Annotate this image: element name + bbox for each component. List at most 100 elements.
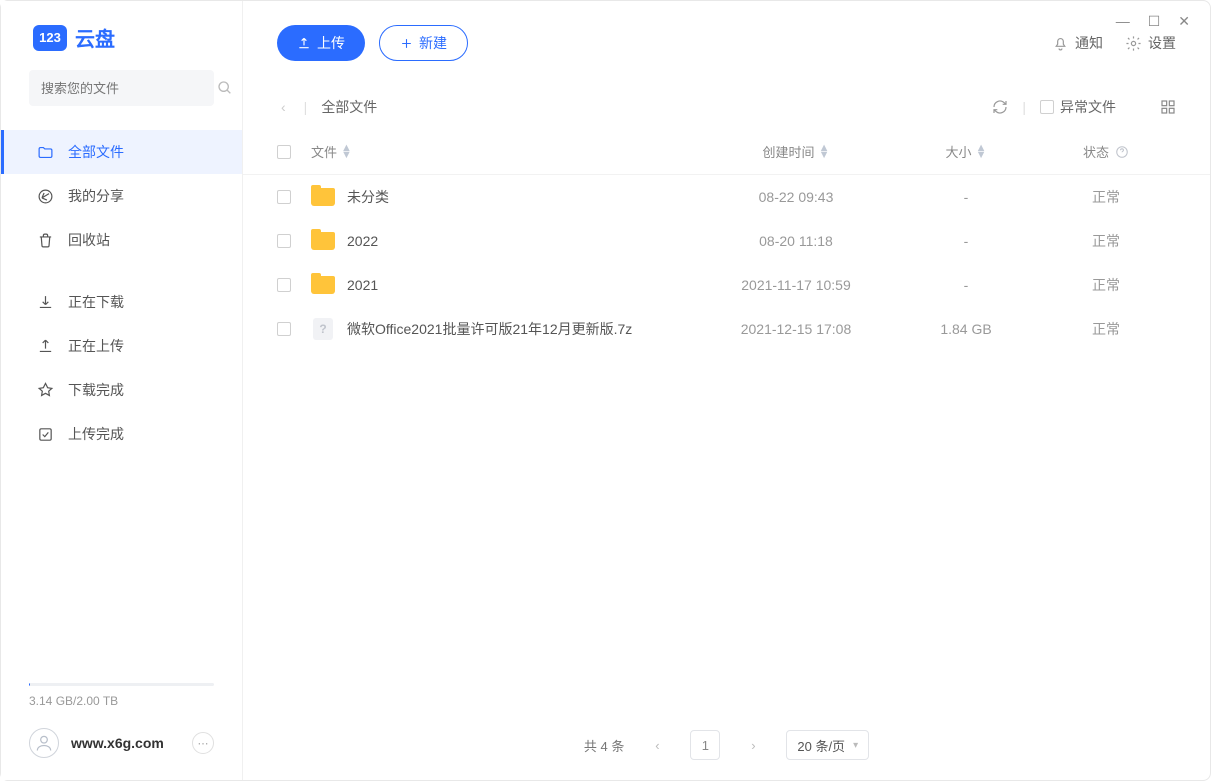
- file-size: -: [896, 277, 1036, 293]
- row-checkbox[interactable]: [277, 234, 291, 248]
- storage-bar: [29, 683, 214, 686]
- chevron-down-icon: ▾: [853, 740, 858, 751]
- table-row[interactable]: ? 微软Office2021批量许可版21年12月更新版.7z 2021-12-15…: [243, 307, 1210, 351]
- page-size-select[interactable]: 20 条/页 ▾: [786, 730, 869, 760]
- sort-icon: ▲▼: [819, 145, 830, 159]
- col-file-header[interactable]: 文件▲▼: [311, 142, 696, 161]
- separator: |: [1022, 99, 1026, 115]
- file-date: 08-20 11:18: [696, 233, 896, 249]
- separator: |: [304, 99, 308, 115]
- file-status: 正常: [1036, 187, 1176, 207]
- notify-button[interactable]: 通知: [1052, 33, 1103, 53]
- user-name: www.x6g.com: [71, 735, 180, 751]
- checkbox[interactable]: [1040, 100, 1054, 114]
- toolbar: 上传 新建 通知 设置: [243, 1, 1210, 85]
- sidebar: 123 云盘 全部文件 我的分享 回收站 正在下载 正在上传: [1, 1, 243, 780]
- sort-icon: ▲▼: [976, 145, 987, 159]
- grid-view-button[interactable]: [1160, 99, 1176, 115]
- gear-icon: [1125, 35, 1142, 52]
- abnormal-filter[interactable]: 异常文件: [1040, 97, 1116, 117]
- sidebar-item-label: 我的分享: [68, 186, 124, 206]
- file-status: 正常: [1036, 275, 1176, 295]
- plus-icon: [400, 37, 413, 50]
- sidebar-item-label: 正在上传: [68, 336, 124, 356]
- upload-label: 上传: [317, 33, 345, 53]
- app-logo: 123 云盘: [1, 1, 242, 70]
- col-date-header[interactable]: 创建时间▲▼: [696, 142, 896, 161]
- file-size: 1.84 GB: [896, 321, 1036, 337]
- logo-badge: 123: [33, 25, 67, 51]
- upload-done-icon: [36, 426, 54, 443]
- trash-icon: [36, 232, 54, 249]
- sidebar-item-downloading[interactable]: 正在下载: [1, 280, 242, 324]
- pagination-total: 共 4 条: [584, 736, 624, 755]
- download-done-icon: [36, 382, 54, 399]
- more-menu-button[interactable]: ⋯: [192, 732, 214, 754]
- help-icon[interactable]: [1115, 145, 1129, 159]
- file-name: 2021: [347, 277, 378, 293]
- sidebar-nav: 全部文件 我的分享 回收站 正在下载 正在上传 下载完成 上传完成: [1, 124, 242, 665]
- abnormal-label: 异常文件: [1060, 97, 1116, 117]
- prev-page-button[interactable]: ‹: [642, 730, 672, 760]
- file-status: 正常: [1036, 319, 1176, 339]
- search-input[interactable]: [41, 81, 217, 96]
- breadcrumb-root[interactable]: 全部文件: [321, 97, 377, 117]
- sidebar-item-upload-done[interactable]: 上传完成: [1, 412, 242, 456]
- settings-button[interactable]: 设置: [1125, 33, 1176, 53]
- file-date: 2021-12-15 17:08: [696, 321, 896, 337]
- table-header: 文件▲▼ 创建时间▲▼ 大小▲▼ 状态: [243, 129, 1210, 175]
- file-size: -: [896, 189, 1036, 205]
- search-icon[interactable]: [217, 80, 233, 96]
- sidebar-item-share[interactable]: 我的分享: [1, 174, 242, 218]
- col-size-header[interactable]: 大小▲▼: [896, 142, 1036, 161]
- upload-icon: [297, 36, 311, 50]
- file-name: 未分类: [347, 187, 389, 207]
- new-button[interactable]: 新建: [379, 25, 468, 61]
- logo-text: 云盘: [75, 23, 115, 52]
- sidebar-item-trash[interactable]: 回收站: [1, 218, 242, 262]
- file-status: 正常: [1036, 231, 1176, 251]
- file-date: 08-22 09:43: [696, 189, 896, 205]
- sidebar-item-uploading[interactable]: 正在上传: [1, 324, 242, 368]
- row-checkbox[interactable]: [277, 322, 291, 336]
- sidebar-item-label: 下载完成: [68, 380, 124, 400]
- folder-icon: [311, 188, 335, 206]
- back-button[interactable]: ‹: [277, 99, 290, 115]
- breadcrumb-row: ‹ | 全部文件 | 异常文件: [243, 85, 1210, 129]
- select-all-checkbox[interactable]: [277, 145, 291, 159]
- download-icon: [36, 294, 54, 311]
- settings-label: 设置: [1148, 33, 1176, 53]
- sidebar-item-label: 回收站: [68, 230, 110, 250]
- table-row[interactable]: 未分类 08-22 09:43-正常: [243, 175, 1210, 219]
- next-page-button[interactable]: ›: [738, 730, 768, 760]
- file-icon: ?: [313, 318, 333, 340]
- row-checkbox[interactable]: [277, 190, 291, 204]
- col-status-header: 状态: [1036, 142, 1176, 161]
- file-date: 2021-11-17 10:59: [696, 277, 896, 293]
- sidebar-item-label: 正在下载: [68, 292, 124, 312]
- main: 上传 新建 通知 设置 ‹ | 全部文件 | 异常文件 文件▲▼ 创建时间▲▼: [243, 1, 1210, 780]
- notify-label: 通知: [1075, 33, 1103, 53]
- sidebar-item-all-files[interactable]: 全部文件: [1, 130, 242, 174]
- folder-icon: [311, 232, 335, 250]
- folder-icon: [311, 276, 335, 294]
- upload-icon: [36, 338, 54, 355]
- sidebar-item-label: 全部文件: [68, 142, 124, 162]
- upload-button[interactable]: 上传: [277, 25, 365, 61]
- table-row[interactable]: 202208-20 11:18-正常: [243, 219, 1210, 263]
- avatar[interactable]: [29, 728, 59, 758]
- file-name: 微软Office2021批量许可版21年12月更新版.7z: [347, 319, 632, 339]
- new-label: 新建: [419, 33, 447, 53]
- file-name: 2022: [347, 233, 378, 249]
- share-icon: [36, 188, 54, 205]
- refresh-button[interactable]: [992, 99, 1008, 115]
- search-box[interactable]: [29, 70, 214, 106]
- sidebar-item-label: 上传完成: [68, 424, 124, 444]
- sidebar-item-download-done[interactable]: 下载完成: [1, 368, 242, 412]
- table-body: 未分类08-22 09:43-正常202208-20 11:18-正常20212…: [243, 175, 1210, 351]
- storage-text: 3.14 GB/2.00 TB: [29, 694, 214, 708]
- page-number-button[interactable]: 1: [690, 730, 720, 760]
- table-row[interactable]: 2021 2021-11-17 10:59-正常: [243, 263, 1210, 307]
- bell-icon: [1052, 35, 1069, 52]
- row-checkbox[interactable]: [277, 278, 291, 292]
